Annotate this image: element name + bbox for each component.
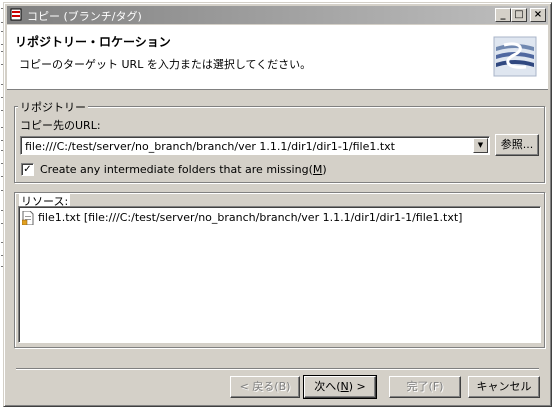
close-button[interactable]: × (530, 8, 546, 22)
resource-item-label: file1.txt [file:///C:/test/server/no_bra… (38, 211, 463, 224)
svn-repository-banner-icon (490, 33, 540, 80)
destination-url-combo[interactable]: file:///C:/test/server/no_branch/branch/… (20, 136, 490, 155)
create-folders-checkbox[interactable]: ✓ (21, 163, 34, 176)
page-title: リポジトリー・ロケーション (15, 35, 171, 49)
title-bar[interactable]: コピー (ブランチ/タグ) _ □ × (7, 6, 548, 24)
cancel-button[interactable]: キャンセル (468, 376, 540, 398)
next-button[interactable]: 次へ(N) > (303, 375, 377, 399)
maximize-button[interactable]: □ (511, 8, 527, 22)
resources-list[interactable]: file1.txt [file:///C:/test/server/no_bra… (18, 206, 541, 343)
back-button[interactable]: < 戻る(B) (230, 376, 300, 398)
destination-url-value: file:///C:/test/server/no_branch/branch/… (25, 140, 395, 153)
window-title: コピー (ブランチ/タグ) (27, 10, 142, 23)
file-icon (22, 211, 34, 225)
repository-group: リポジトリー コピー先のURL: file:///C:/test/server/… (14, 99, 545, 183)
wizard-header: リポジトリー・ロケーション コピーのターゲット URL を入力または選択してくだ… (7, 25, 548, 90)
copy-dialog: コピー (ブランチ/タグ) _ □ × リポジトリー・ロケーション コピーのター… (3, 2, 552, 407)
subversion-app-icon (10, 8, 22, 21)
browse-button[interactable]: 参照... (495, 134, 539, 156)
create-folders-label: Create any intermediate folders that are… (40, 163, 327, 176)
page-description: コピーのターゲット URL を入力または選択してください。 (19, 58, 312, 71)
finish-button[interactable]: 完了(F) (389, 376, 461, 398)
minimize-button[interactable]: _ (495, 8, 511, 22)
chevron-down-icon[interactable]: ▼ (473, 138, 488, 153)
footer-divider (16, 368, 539, 370)
repository-group-label: リポジトリー (18, 99, 88, 115)
resources-group: リソース: file1.txt [file:///C:/test/server/… (14, 192, 545, 348)
destination-url-label: コピー先のURL: (20, 119, 101, 132)
